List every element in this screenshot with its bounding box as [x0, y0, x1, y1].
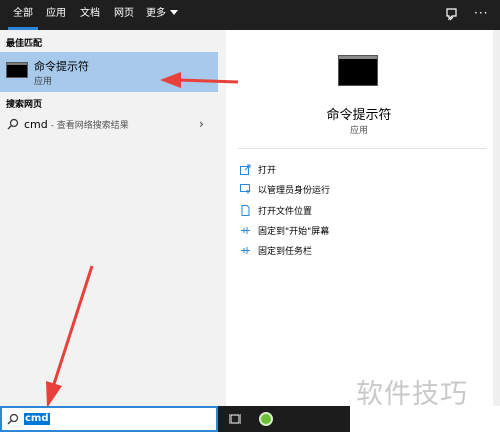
command-prompt-icon: [6, 62, 28, 78]
watermark: 软件技巧: [356, 379, 468, 410]
web-search-text: cmd - 查看网络搜索结果: [24, 118, 129, 131]
tab-more-label: 更多: [146, 8, 166, 19]
browser-app-icon[interactable]: [259, 412, 273, 426]
task-view-icon[interactable]: [229, 413, 241, 425]
search-icon: [7, 413, 19, 425]
search-icon: [7, 118, 19, 130]
tab-documents[interactable]: 文档: [76, 0, 104, 30]
action-pin-to-start-label: 固定到"开始"屏幕: [258, 227, 330, 237]
app-title: 命令提示符: [326, 108, 392, 123]
caret-down-icon: [170, 10, 178, 15]
divider: [238, 148, 486, 149]
file-location-icon: [241, 205, 250, 216]
tab-web[interactable]: 网页: [110, 0, 138, 30]
more-options-icon[interactable]: ···: [474, 6, 488, 20]
admin-icon: [240, 184, 251, 194]
action-run-as-admin-label: 以管理员身份运行: [258, 186, 331, 196]
tab-apps[interactable]: 应用: [42, 0, 70, 30]
search-filter-bar: 全部 应用 文档 网页 更多 ···: [0, 0, 500, 30]
app-subtitle: 应用: [349, 126, 368, 136]
open-icon: [240, 164, 251, 175]
web-search-description: - 查看网络搜索结果: [47, 121, 129, 131]
results-pane: 最佳匹配 命令提示符 应用 搜索网页 cmd - 查看网络搜索结果 ›: [0, 30, 226, 406]
best-match-title: 命令提示符: [34, 60, 89, 73]
chevron-right-icon[interactable]: ›: [199, 117, 204, 131]
action-open-file-location-label: 打开文件位置: [258, 207, 313, 217]
best-match-header: 最佳匹配: [6, 39, 43, 49]
action-pin-to-taskbar-label: 固定到任务栏: [258, 247, 313, 257]
search-box[interactable]: cmd: [0, 406, 218, 432]
pin-icon: [241, 247, 250, 254]
feedback-icon[interactable]: [444, 7, 460, 23]
tab-all[interactable]: 全部: [8, 0, 38, 30]
best-match-item[interactable]: 命令提示符 应用: [0, 52, 218, 92]
web-search-header: 搜索网页: [6, 100, 43, 110]
scrollbar[interactable]: [493, 30, 500, 406]
best-match-subtitle: 应用: [34, 77, 53, 87]
search-input[interactable]: cmd: [24, 413, 50, 425]
web-search-query: cmd: [24, 118, 48, 131]
pin-icon: [241, 227, 250, 234]
detail-pane: 命令提示符 应用 打开 以管理员身份运行 打开文件位置 固定到"开始"屏幕 固定…: [226, 30, 500, 406]
tab-more[interactable]: 更多: [144, 0, 180, 30]
command-prompt-large-icon: [338, 55, 378, 86]
action-open-label: 打开: [258, 166, 277, 176]
web-search-result[interactable]: cmd - 查看网络搜索结果 ›: [0, 114, 218, 136]
taskbar: [218, 406, 350, 432]
